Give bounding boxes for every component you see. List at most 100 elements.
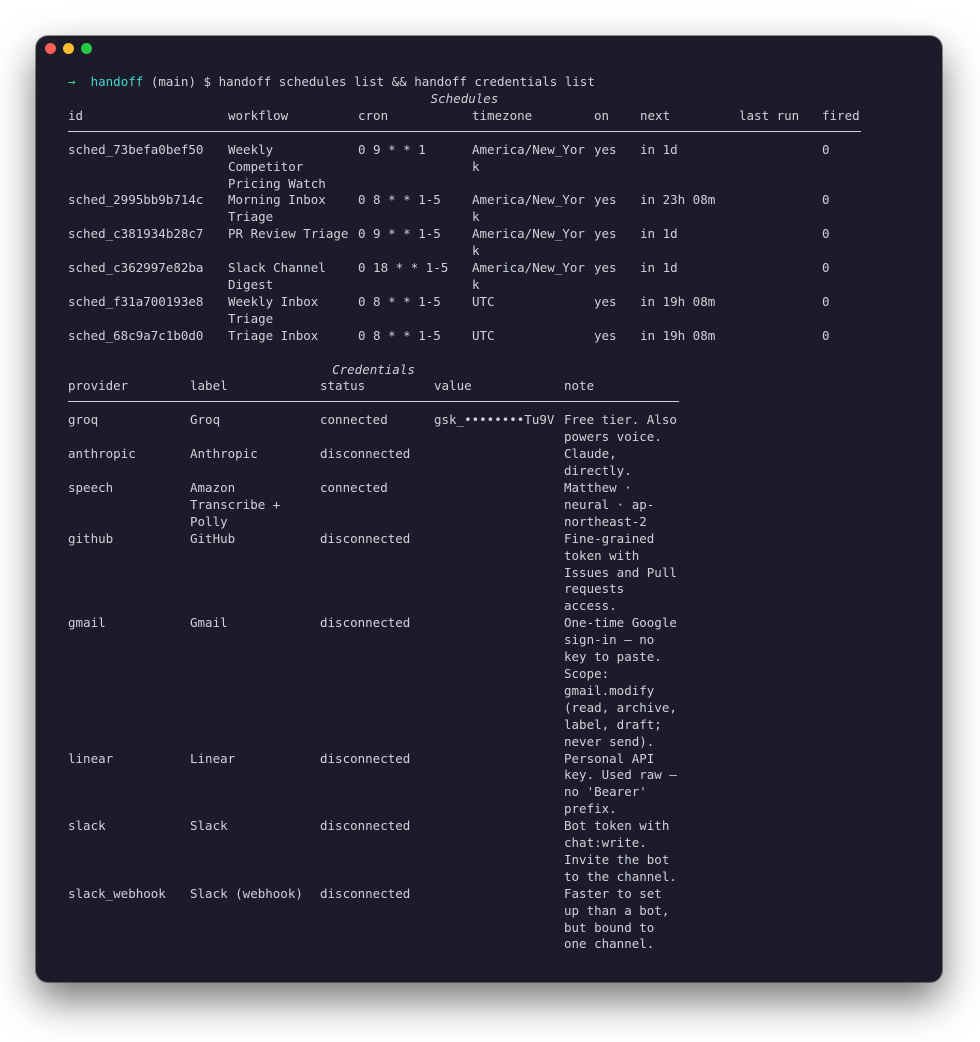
schedule-last-run: [739, 226, 822, 260]
column-header-fired: fired: [822, 107, 861, 132]
close-window-button[interactable]: [45, 43, 56, 54]
schedule-on: yes: [594, 260, 617, 276]
schedule-fired: 0: [822, 141, 830, 157]
schedule-cron: 0 9 * * 1-5: [358, 226, 441, 242]
credential-status: connected: [320, 412, 388, 428]
schedule-next: in 19h 08m: [640, 293, 716, 309]
schedule-next: in 1d: [640, 226, 678, 242]
column-header-workflow: workflow: [228, 107, 358, 132]
credential-status: connected: [320, 480, 388, 495]
table-row: sched_f31a700193e8 Weekly Inbox Triage 0…: [68, 294, 861, 328]
schedule-workflow: Morning Inbox Triage: [228, 192, 326, 225]
column-header-status: status: [320, 378, 434, 403]
schedule-cron: 0 9 * * 1: [358, 141, 426, 157]
credential-provider: slack: [68, 818, 106, 834]
credential-value: [434, 886, 564, 954]
schedule-fired: 0: [822, 192, 830, 208]
schedule-fired: 0: [822, 260, 830, 276]
schedule-id: sched_2995bb9b714c: [68, 192, 204, 208]
terminal-output[interactable]: → handoff (main) $ handoff schedules lis…: [68, 74, 861, 953]
credential-note: One-time Google sign-in — no key to past…: [564, 615, 677, 749]
credential-note: Free tier. Also powers voice.: [564, 412, 677, 445]
column-header-cron: cron: [358, 107, 472, 132]
credential-provider: github: [68, 530, 114, 546]
credential-value: [434, 818, 564, 886]
table-row: sched_2995bb9b714c Morning Inbox Triage …: [68, 192, 861, 226]
credential-provider: groq: [68, 412, 99, 428]
table-row: github GitHub disconnected Fine-grained …: [68, 531, 679, 616]
table-row: slack_webhook Slack (webhook) disconnect…: [68, 886, 679, 954]
schedules-header-row: id workflow cron timezone on next last r…: [68, 107, 861, 132]
column-header-id: id: [68, 107, 228, 132]
schedule-workflow: Weekly Competitor Pricing Watch: [228, 141, 326, 191]
table-row: sched_68c9a7c1b0d0 Triage Inbox 0 8 * * …: [68, 328, 861, 345]
table-row: linear Linear disconnected Personal API …: [68, 751, 679, 819]
terminal-window: → handoff (main) $ handoff schedules lis…: [36, 36, 942, 982]
schedule-workflow: Slack Channel Digest: [228, 260, 326, 292]
credential-label: Linear: [190, 750, 236, 766]
schedule-on: yes: [594, 141, 617, 157]
schedule-last-run: [739, 294, 822, 328]
schedule-on: yes: [594, 293, 617, 309]
column-header-next: next: [640, 107, 739, 132]
schedule-cron: 0 18 * * 1-5: [358, 260, 449, 276]
schedule-workflow: PR Review Triage: [228, 226, 349, 242]
credential-provider: gmail: [68, 615, 106, 631]
command-text: handoff schedules list && handoff creden…: [218, 74, 595, 89]
schedule-workflow: Triage Inbox: [228, 327, 319, 343]
schedule-id: sched_68c9a7c1b0d0: [68, 327, 204, 343]
schedule-last-run: [739, 260, 822, 294]
minimize-window-button[interactable]: [63, 43, 74, 54]
table-row: slack Slack disconnected Bot token with …: [68, 818, 679, 886]
prompt-symbol: $: [203, 74, 212, 89]
schedule-fired: 0: [822, 226, 830, 242]
credential-status: disconnected: [320, 615, 411, 631]
credential-label: Groq: [190, 412, 221, 428]
schedule-timezone: UTC: [472, 327, 495, 343]
column-header-on: on: [594, 107, 640, 132]
credential-provider: slack_webhook: [68, 885, 166, 901]
credential-status: disconnected: [320, 818, 411, 834]
table-row: sched_c362997e82ba Slack Channel Digest …: [68, 260, 861, 294]
credential-note: Bot token with chat:write. Invite the bo…: [564, 818, 677, 884]
table-row: sched_73befa0bef50 Weekly Competitor Pri…: [68, 131, 861, 192]
credential-note: Personal API key. Used raw — no 'Bearer'…: [564, 750, 677, 817]
schedule-last-run: [739, 131, 822, 192]
table-row: groq Groq connected gsk_••••••••Tu9V Fre…: [68, 402, 679, 446]
schedule-timezone: America/New_York: [472, 226, 585, 259]
command-line: → handoff (main) $ handoff schedules lis…: [68, 74, 861, 91]
credential-note: Fine-grained token with Issues and Pull …: [564, 530, 677, 614]
credential-status: disconnected: [320, 885, 411, 901]
maximize-window-button[interactable]: [81, 43, 92, 54]
column-header-provider: provider: [68, 378, 190, 403]
schedule-id: sched_c381934b28c7: [68, 226, 204, 242]
credential-status: disconnected: [320, 446, 411, 462]
schedule-fired: 0: [822, 293, 830, 309]
credential-provider: linear: [68, 750, 114, 766]
prompt-directory: handoff: [90, 74, 144, 89]
credential-value: [434, 531, 564, 616]
schedule-on: yes: [594, 327, 617, 343]
schedule-cron: 0 8 * * 1-5: [358, 293, 441, 309]
credential-status: disconnected: [320, 530, 411, 546]
schedule-timezone: America/New_York: [472, 192, 585, 225]
credential-value: [434, 480, 564, 531]
schedule-on: yes: [594, 226, 617, 242]
credential-note: Matthew · neural · ap-northeast-2: [564, 480, 655, 529]
credential-value: [434, 615, 564, 750]
credential-label: Amazon Transcribe + Polly: [190, 480, 281, 529]
schedule-cron: 0 8 * * 1-5: [358, 327, 441, 343]
table-row: speech Amazon Transcribe + Polly connect…: [68, 480, 679, 531]
schedule-workflow: Weekly Inbox Triage: [228, 293, 319, 326]
credentials-table: Credentials provider label status value …: [68, 362, 679, 954]
schedule-id: sched_c362997e82ba: [68, 260, 204, 276]
prompt-arrow-icon: →: [68, 74, 76, 89]
column-header-timezone: timezone: [472, 107, 594, 132]
schedules-table: Schedules id workflow cron timezone on n…: [68, 91, 861, 345]
schedule-id: sched_73befa0bef50: [68, 141, 204, 157]
table-row: gmail Gmail disconnected One-time Google…: [68, 615, 679, 750]
credential-provider: speech: [68, 480, 114, 495]
schedule-id: sched_f31a700193e8: [68, 293, 204, 309]
schedule-timezone: America/New_York: [472, 141, 585, 174]
credential-value: [434, 751, 564, 819]
